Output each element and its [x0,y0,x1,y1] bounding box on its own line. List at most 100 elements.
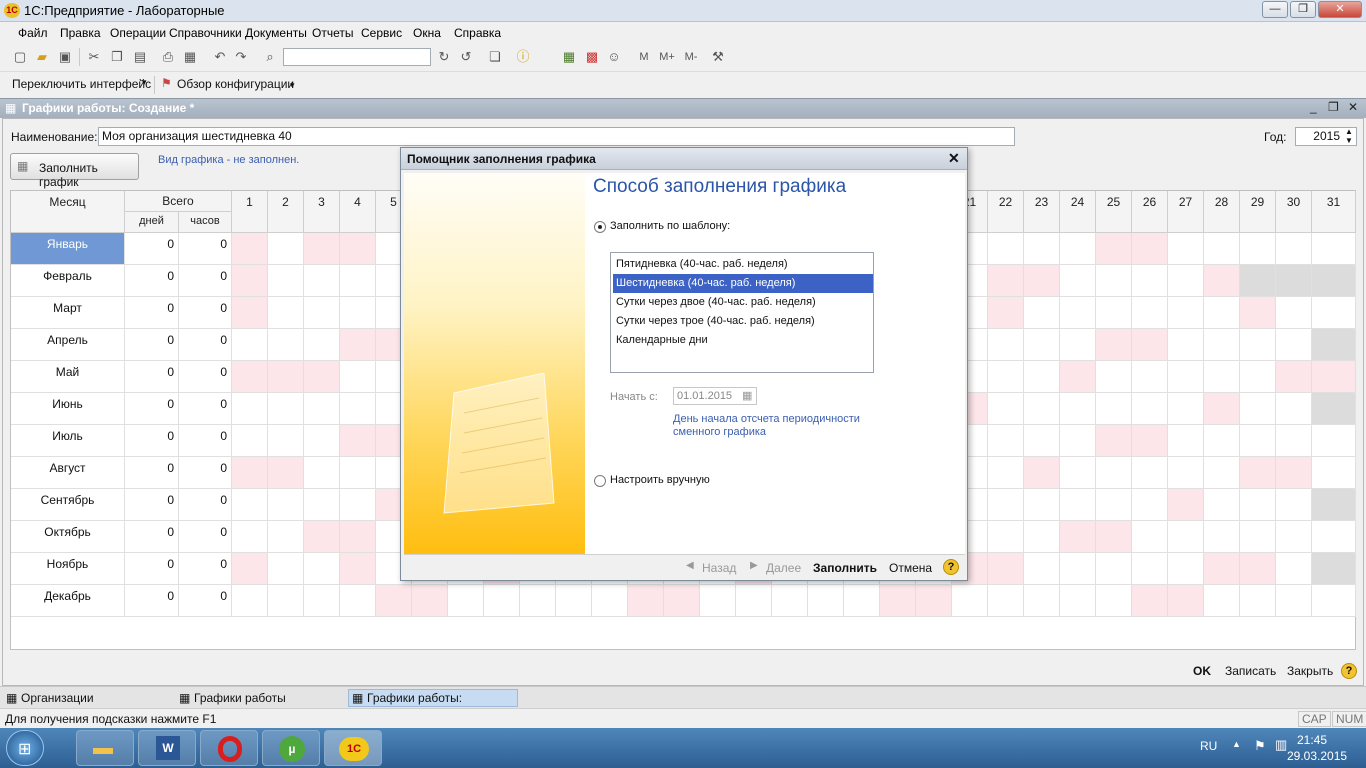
day-cell[interactable] [1312,553,1356,585]
hours-total-cell[interactable]: 0 [179,553,232,585]
day-cell[interactable] [268,585,304,617]
day-cell[interactable] [340,553,376,585]
day-cell[interactable] [1132,265,1168,297]
menu-help[interactable]: Справка [454,26,501,40]
day-cell[interactable] [520,585,556,617]
day-cell[interactable] [1024,329,1060,361]
day-cell[interactable] [1276,521,1312,553]
month-cell[interactable]: Январь [11,233,125,265]
day-cell[interactable] [1240,329,1276,361]
template-list[interactable]: Пятидневка (40-час. раб. неделя) Шестидн… [610,252,874,373]
memory-m-button[interactable]: M [636,49,652,65]
day-cell[interactable] [1204,297,1240,329]
day-cell[interactable] [1312,297,1356,329]
days-total-cell[interactable]: 0 [125,265,179,297]
month-cell[interactable]: Ноябрь [11,553,125,585]
minimize-button[interactable]: — [1262,1,1288,18]
chevron-down-icon[interactable]: ▾ [142,77,147,88]
day-cell[interactable] [1168,233,1204,265]
action-center-icon[interactable]: ⚑ [1254,738,1266,754]
day-cell[interactable] [988,329,1024,361]
day-cell[interactable] [1096,553,1132,585]
day-cell[interactable] [1060,553,1096,585]
year-spinner-icon[interactable]: ▲ ▼ [1345,127,1353,145]
day-cell[interactable] [1024,457,1060,489]
day-cell[interactable] [736,585,772,617]
day-cell[interactable] [304,489,340,521]
day-cell[interactable] [988,393,1024,425]
day-cell[interactable] [1312,585,1356,617]
day-cell[interactable] [1276,553,1312,585]
day-cell[interactable] [1276,457,1312,489]
day-cell[interactable] [1312,233,1356,265]
day-cell[interactable] [1276,265,1312,297]
month-cell[interactable]: Август [11,457,125,489]
tray-expand-icon[interactable]: ▲ [1232,739,1241,749]
day-cell[interactable] [1312,361,1356,393]
days-total-cell[interactable]: 0 [125,521,179,553]
days-total-cell[interactable]: 0 [125,457,179,489]
month-cell[interactable]: Март [11,297,125,329]
opera-app[interactable] [200,730,258,766]
day-cell[interactable] [304,585,340,617]
day-cell[interactable] [1060,457,1096,489]
save-icon[interactable]: ▣ [57,49,73,65]
day-cell[interactable] [1276,361,1312,393]
day-cell[interactable] [1024,393,1060,425]
day-cell[interactable] [232,297,268,329]
next-button[interactable]: Далее [766,561,801,575]
day-cell[interactable] [1168,361,1204,393]
days-total-cell[interactable]: 0 [125,489,179,521]
hours-total-cell[interactable]: 0 [179,297,232,329]
hours-total-cell[interactable]: 0 [179,489,232,521]
day-cell[interactable] [412,585,448,617]
days-total-cell[interactable]: 0 [125,585,179,617]
day-cell[interactable] [1168,425,1204,457]
hours-total-cell[interactable]: 0 [179,265,232,297]
day-cell[interactable] [340,425,376,457]
day-cell[interactable] [1096,521,1132,553]
day-cell[interactable] [268,329,304,361]
menu-edit[interactable]: Правка [60,26,101,40]
day-cell[interactable] [1240,361,1276,393]
day-cell[interactable] [1240,233,1276,265]
language-indicator[interactable]: RU [1200,739,1217,753]
day-cell[interactable] [232,329,268,361]
menu-windows[interactable]: Окна [413,26,441,40]
day-cell[interactable] [232,457,268,489]
menu-operations[interactable]: Операции [110,26,166,40]
help-icon[interactable]: ? [943,559,959,575]
tab-schedules[interactable]: ▦ Графики работы [175,689,345,707]
month-cell[interactable]: Декабрь [11,585,125,617]
list-item[interactable]: Сутки через двое (40-час. раб. неделя) [613,293,873,312]
day-cell[interactable] [304,265,340,297]
users-icon[interactable]: ☺ [606,49,622,65]
day-cell[interactable] [1204,521,1240,553]
day-cell[interactable] [304,233,340,265]
day-cell[interactable] [628,585,664,617]
day-cell[interactable] [268,265,304,297]
utorrent-app[interactable]: µ [262,730,320,766]
day-cell[interactable] [1060,425,1096,457]
windows-icon[interactable]: ❏ [487,49,503,65]
day-cell[interactable] [1312,425,1356,457]
month-cell[interactable]: Сентябрь [11,489,125,521]
day-cell[interactable] [1096,265,1132,297]
day-cell[interactable] [1276,393,1312,425]
menu-file[interactable]: Файл [18,26,48,40]
day-cell[interactable] [340,297,376,329]
doc-close-icon[interactable]: ✕ [1348,100,1358,114]
memory-minus-button[interactable]: M- [680,49,702,65]
day-cell[interactable] [340,361,376,393]
day-cell[interactable] [268,553,304,585]
day-cell[interactable] [232,585,268,617]
open-folder-icon[interactable]: ▰ [34,49,50,65]
day-cell[interactable] [880,585,916,617]
day-cell[interactable] [808,585,844,617]
day-cell[interactable] [1060,489,1096,521]
day-cell[interactable] [1312,521,1356,553]
day-cell[interactable] [1060,393,1096,425]
day-cell[interactable] [1204,553,1240,585]
day-cell[interactable] [1312,265,1356,297]
search-next-icon[interactable]: ↻ [436,49,452,65]
